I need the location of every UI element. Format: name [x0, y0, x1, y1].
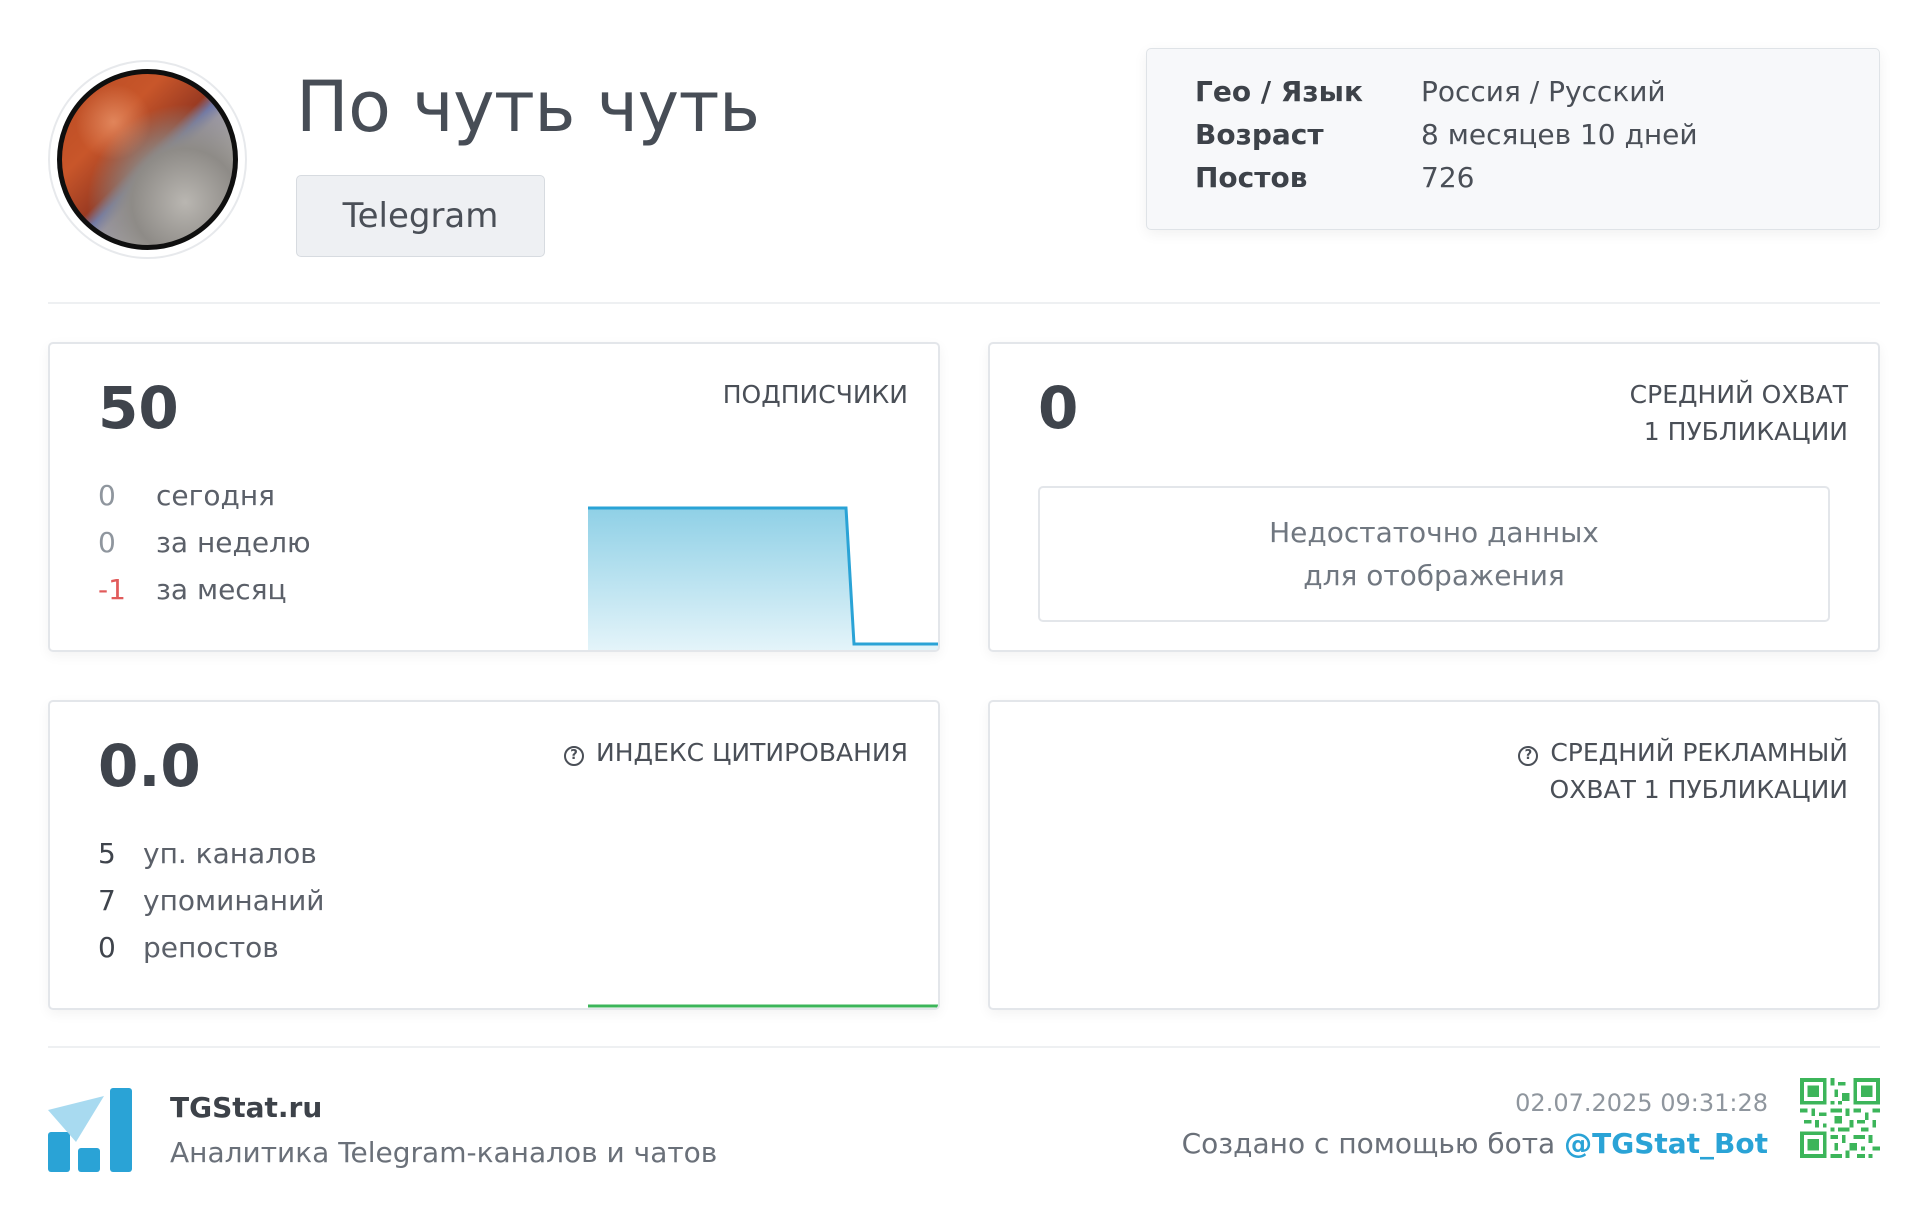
- stat-label: за месяц: [156, 573, 287, 606]
- citation-index-value: 0.0: [98, 732, 201, 800]
- stat-value: 7: [98, 884, 116, 917]
- info-key: Постов: [1195, 161, 1308, 194]
- stat-label: репостов: [143, 931, 279, 964]
- footer-tagline: Аналитика Telegram-каналов и чатов: [170, 1136, 718, 1169]
- no-data-line: для отображения: [1303, 559, 1565, 592]
- stat-label: сегодня: [156, 479, 275, 512]
- bot-link[interactable]: @TGStat_Bot: [1564, 1127, 1768, 1160]
- info-value: 726: [1421, 161, 1475, 194]
- citation-card[interactable]: 0.0 ? ИНДЕКС ЦИТИРОВАНИЯ 5 уп. каналов 7 …: [48, 700, 940, 1010]
- stat-label: упоминаний: [143, 884, 325, 917]
- header-divider: [48, 302, 1880, 304]
- stat-label: уп. каналов: [143, 837, 317, 870]
- qr-code: [1800, 1078, 1880, 1158]
- info-key: Гео / Язык: [1195, 75, 1363, 108]
- channel-title: По чуть чуть: [296, 66, 760, 148]
- channel-info-box: Гео / Язык Россия / Русский Возраст 8 ме…: [1146, 48, 1880, 230]
- tgstat-logo: [48, 1088, 132, 1172]
- label-line: СРЕДНИЙ РЕКЛАМНЫЙ: [1550, 738, 1848, 767]
- info-value: 8 месяцев 10 дней: [1421, 118, 1698, 151]
- created-by-text: Создано с помощью бота: [1181, 1127, 1556, 1160]
- citation-sparkline: [588, 1004, 938, 1008]
- platform-badge[interactable]: Telegram: [296, 175, 545, 257]
- stat-value: 0: [98, 526, 116, 559]
- info-value: Россия / Русский: [1421, 75, 1666, 108]
- sparkline-area: [588, 508, 938, 650]
- avg-reach-card[interactable]: 0 СРЕДНИЙ ОХВАТ 1 ПУБЛИКАЦИИ Недостаточн…: [988, 342, 1880, 652]
- avg-ad-reach-label: ? СРЕДНИЙ РЕКЛАМНЫЙ ОХВАТ 1 ПУБЛИКАЦИИ: [1518, 734, 1848, 808]
- label-line: СРЕДНИЙ ОХВАТ: [1629, 380, 1848, 409]
- stat-value: 0: [98, 931, 116, 964]
- avg-ad-reach-card[interactable]: ? СРЕДНИЙ РЕКЛАМНЫЙ ОХВАТ 1 ПУБЛИКАЦИИ: [988, 700, 1880, 1010]
- footer-brand[interactable]: TGStat.ru: [170, 1091, 322, 1124]
- subscribers-count: 50: [98, 374, 179, 442]
- stat-value: 5: [98, 837, 116, 870]
- help-icon[interactable]: ?: [1518, 746, 1539, 766]
- no-data-line: Недостаточно данных: [1269, 516, 1599, 549]
- stat-value: -1: [98, 573, 126, 606]
- stat-value: 0: [98, 479, 116, 512]
- label-line: 1 ПУБЛИКАЦИИ: [1643, 417, 1848, 446]
- avg-reach-label: СРЕДНИЙ ОХВАТ 1 ПУБЛИКАЦИИ: [1630, 376, 1848, 450]
- stat-label: за неделю: [156, 526, 311, 559]
- no-data-message: Недостаточно данных для отображения: [1038, 486, 1830, 622]
- footer-created-by: Создано с помощью бота @TGStat_Bot: [1182, 1127, 1768, 1160]
- info-key: Возраст: [1195, 118, 1324, 151]
- avg-reach-value: 0: [1038, 374, 1079, 442]
- help-icon[interactable]: ?: [564, 746, 585, 766]
- subscribers-sparkline: [588, 506, 938, 650]
- avatar-image: [57, 69, 238, 250]
- footer-divider: [48, 1046, 1880, 1048]
- label-line: ОХВАТ 1 ПУБЛИКАЦИИ: [1549, 775, 1848, 804]
- subscribers-card[interactable]: 50 ПОДПИСЧИКИ 0 сегодня 0 за неделю -1 з…: [48, 342, 940, 652]
- channel-avatar: [48, 60, 247, 259]
- footer-timestamp: 02.07.2025 09:31:28: [1515, 1089, 1768, 1117]
